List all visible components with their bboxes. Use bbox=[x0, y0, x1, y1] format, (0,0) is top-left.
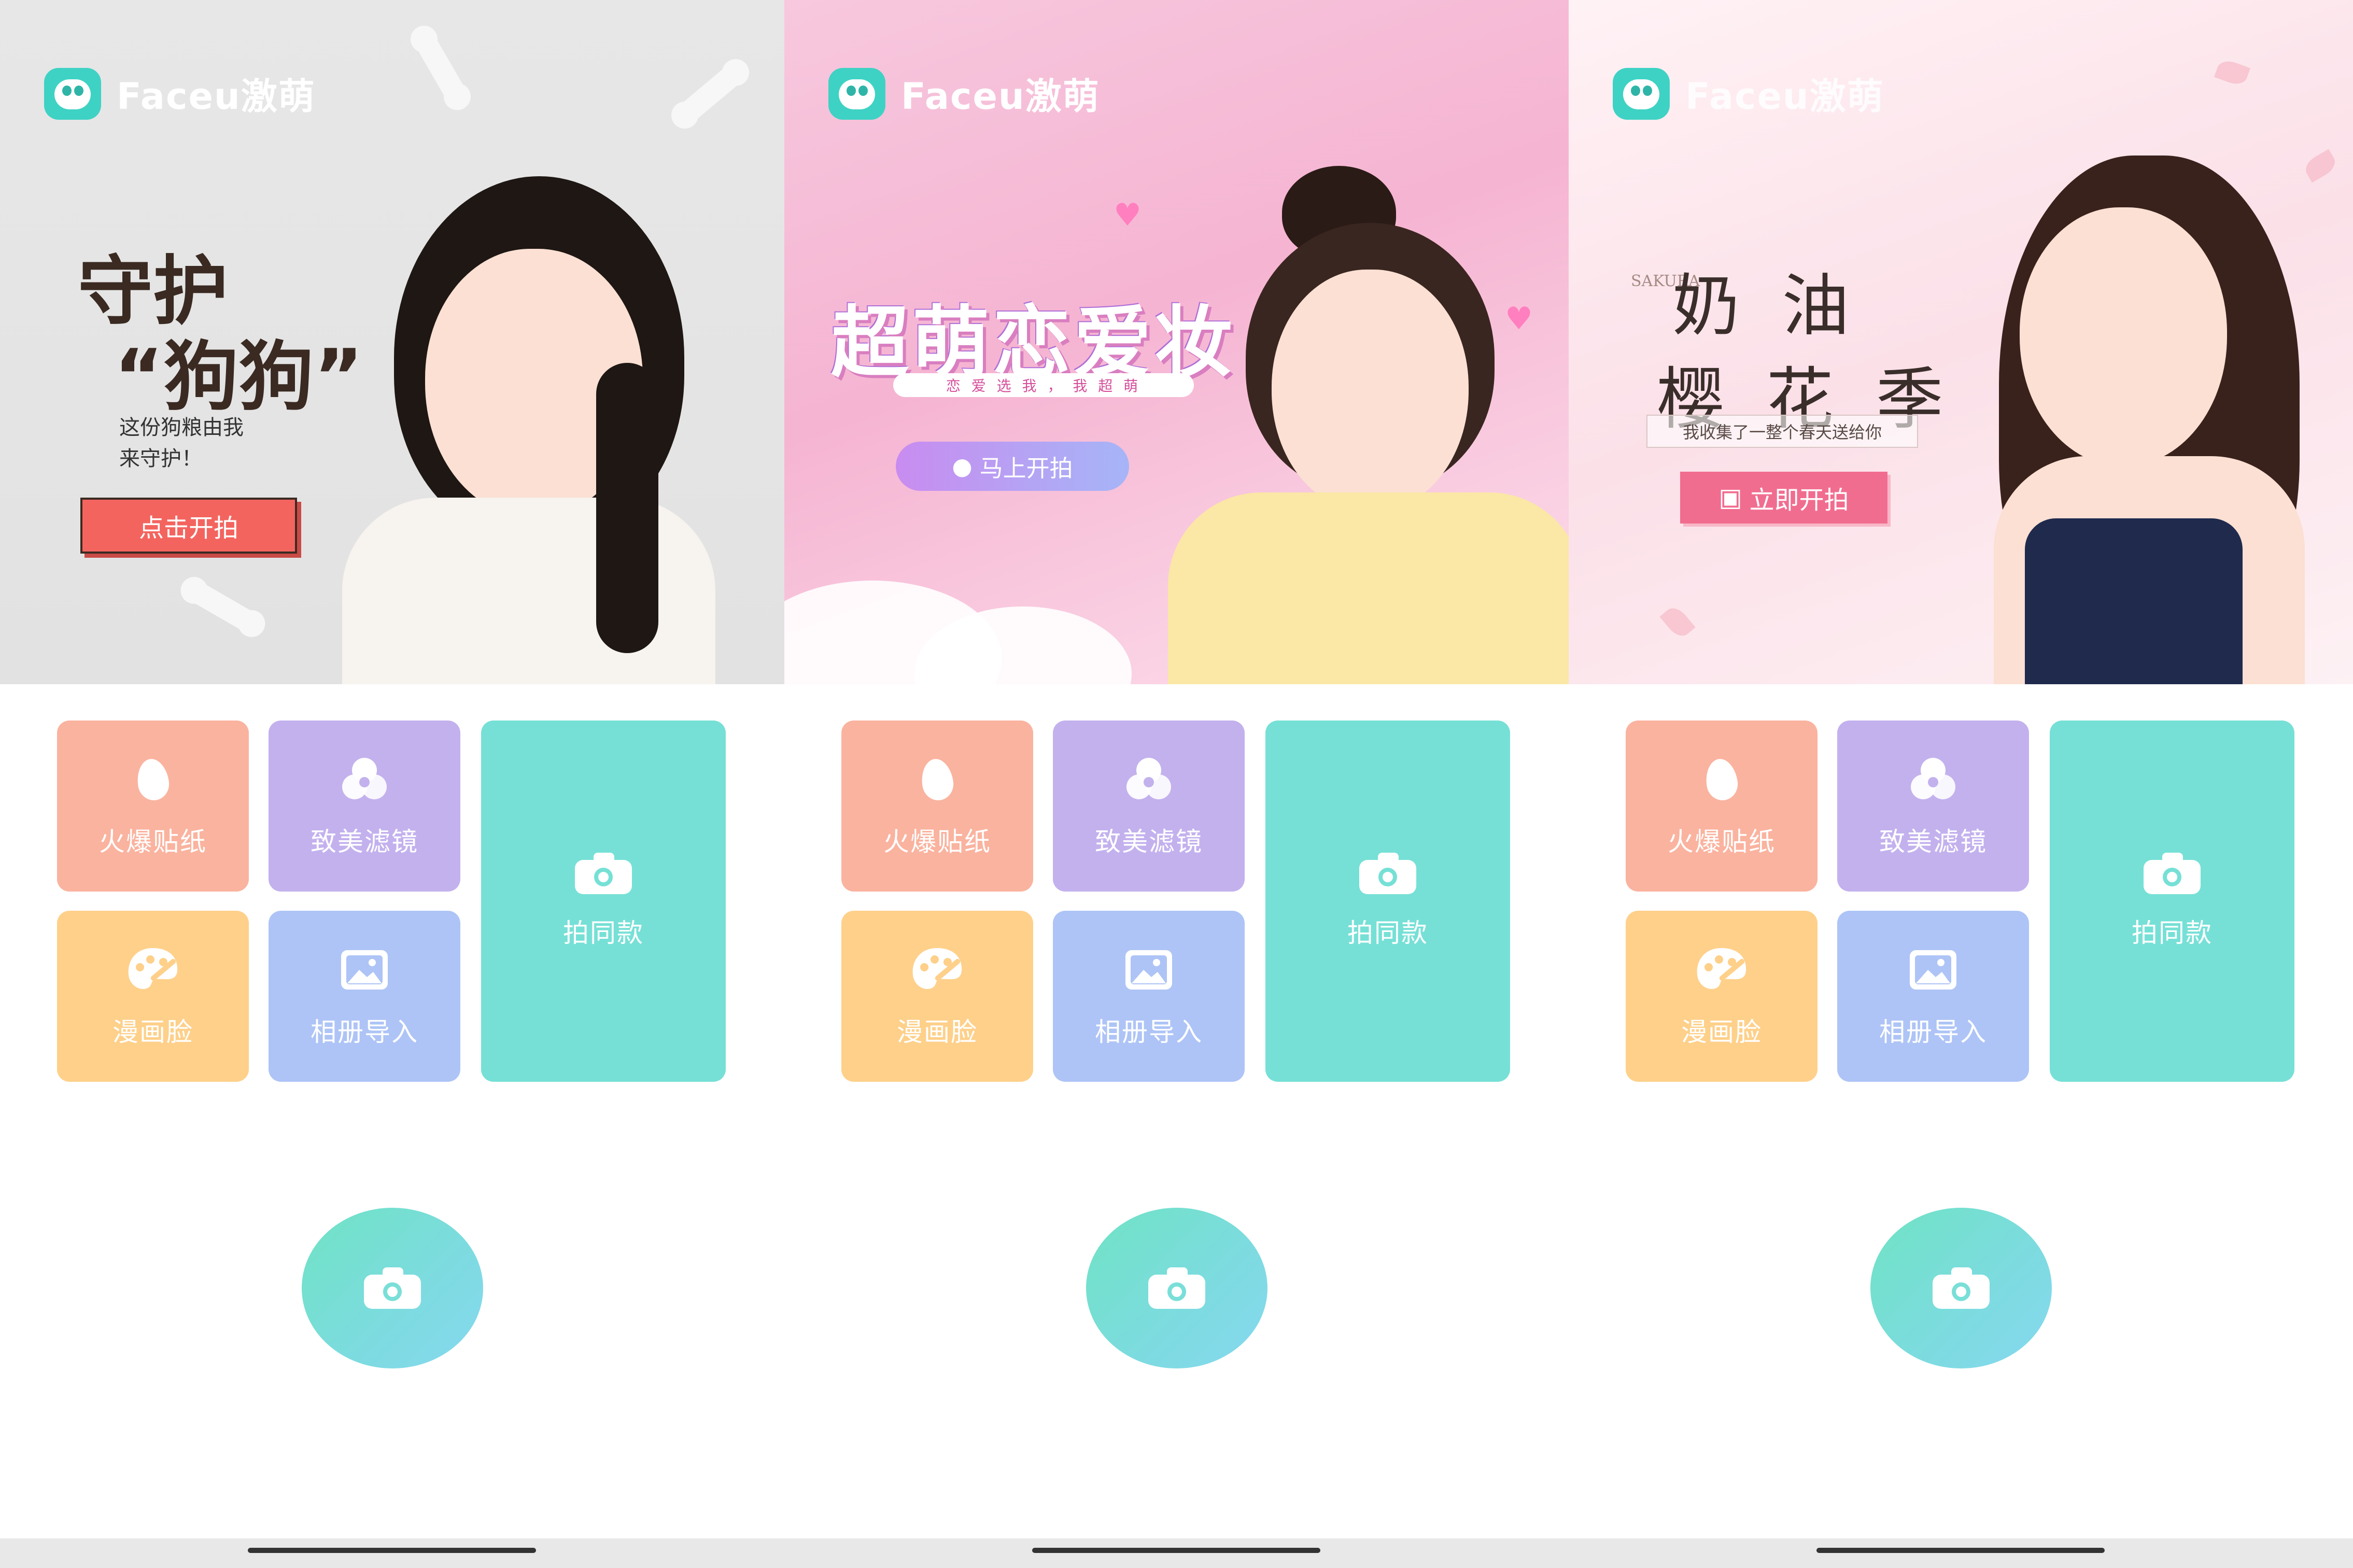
shoot-same-button[interactable]: 拍同款 bbox=[481, 721, 726, 1082]
beauty-filters-button[interactable]: 致美滤镜 bbox=[269, 721, 460, 892]
petal-decoration bbox=[2214, 57, 2251, 88]
screen-1: Faceu激萌 守护 “狗狗” 这份狗粮由我 来守护！ 点击开拍 火爆贴纸 致美… bbox=[0, 0, 784, 1568]
banner-guard-dog[interactable]: Faceu激萌 守护 “狗狗” 这份狗粮由我 来守护！ 点击开拍 bbox=[0, 0, 784, 684]
home-indicator[interactable] bbox=[1816, 1548, 2105, 1553]
hot-stickers-button[interactable]: 火爆贴纸 bbox=[57, 721, 249, 892]
flame-icon bbox=[1701, 754, 1742, 806]
banner-sakura[interactable]: Faceu激萌 SAKURA 奶 油 樱 花 季 我收集了一整个春天送给你 ▣ … bbox=[1569, 0, 2353, 684]
start-shoot-button[interactable]: ● 马上开拍 bbox=[896, 442, 1129, 491]
shoot-same-label: 拍同款 bbox=[2132, 918, 2213, 948]
comic-face-button[interactable]: 漫画脸 bbox=[1626, 911, 1817, 1082]
camera-icon bbox=[575, 853, 632, 894]
banner-subtitle: 这份狗粮由我 来守护！ bbox=[119, 416, 244, 471]
palette-icon bbox=[1697, 948, 1746, 990]
banner-side-text: SAKURA bbox=[1631, 272, 1700, 290]
bone-decoration bbox=[413, 31, 469, 105]
filter-circles-icon bbox=[1126, 758, 1171, 799]
comic-face-label: 漫画脸 bbox=[1681, 1017, 1762, 1047]
app-logo: Faceu激萌 bbox=[44, 67, 316, 120]
album-import-button[interactable]: 相册导入 bbox=[269, 911, 460, 1082]
album-import-label: 相册导入 bbox=[1879, 1017, 1987, 1047]
banner-subtitle: 我收集了一整个春天送给你 bbox=[1646, 415, 1918, 448]
home-indicator[interactable] bbox=[248, 1548, 536, 1553]
beauty-filters-label: 致美滤镜 bbox=[1095, 827, 1203, 857]
app-logo: Faceu激萌 bbox=[1613, 67, 1884, 120]
banner-tagline: 恋 爱 选 我 ， 我 超 萌 bbox=[893, 373, 1194, 397]
flame-icon bbox=[132, 754, 174, 806]
flame-icon bbox=[917, 754, 958, 806]
screen-2: ♥ ♥ Faceu激萌 超萌恋爱妆 恋 爱 选 我 ， 我 超 萌 ● 马上开拍… bbox=[784, 0, 1569, 1568]
logo-text: Faceu激萌 bbox=[117, 75, 316, 118]
filter-circles-icon bbox=[342, 758, 387, 799]
logo-icon bbox=[44, 67, 101, 120]
bone-decoration bbox=[186, 579, 260, 635]
camera-icon bbox=[2144, 853, 2201, 894]
album-import-label: 相册导入 bbox=[311, 1017, 418, 1047]
hot-stickers-label: 火爆贴纸 bbox=[1668, 827, 1776, 857]
album-import-label: 相册导入 bbox=[1095, 1017, 1203, 1047]
home-indicator[interactable] bbox=[1032, 1548, 1320, 1553]
start-shoot-button[interactable]: 点击开拍 bbox=[80, 498, 297, 554]
system-nav-bar bbox=[1569, 1538, 2353, 1568]
logo-text: Faceu激萌 bbox=[1685, 75, 1884, 118]
comic-face-label: 漫画脸 bbox=[897, 1017, 978, 1047]
hot-stickers-button[interactable]: 火爆贴纸 bbox=[1626, 721, 1817, 892]
album-import-button[interactable]: 相册导入 bbox=[1837, 911, 2029, 1082]
image-icon bbox=[1910, 950, 1956, 990]
camera-icon: ▣ bbox=[1718, 483, 1742, 512]
shoot-same-label: 拍同款 bbox=[563, 918, 644, 948]
heart-icon: ♥ bbox=[1505, 301, 1533, 337]
camera-icon bbox=[1933, 1267, 1990, 1309]
hot-stickers-button[interactable]: 火爆贴纸 bbox=[841, 721, 1033, 892]
logo-icon bbox=[828, 67, 885, 120]
shoot-same-button[interactable]: 拍同款 bbox=[2050, 721, 2294, 1082]
start-shoot-button[interactable]: ▣ 立即开拍 bbox=[1680, 472, 1887, 524]
beauty-filters-label: 致美滤镜 bbox=[1879, 827, 1987, 857]
logo-icon bbox=[1613, 67, 1670, 120]
camera-icon bbox=[364, 1267, 421, 1309]
shutter-button[interactable] bbox=[1870, 1208, 2052, 1368]
bone-decoration bbox=[675, 62, 745, 126]
beauty-filters-button[interactable]: 致美滤镜 bbox=[1053, 721, 1245, 892]
hot-stickers-label: 火爆贴纸 bbox=[99, 827, 207, 857]
petal-decoration bbox=[1659, 603, 1696, 641]
shutter-button[interactable] bbox=[1086, 1208, 1267, 1368]
comic-face-button[interactable]: 漫画脸 bbox=[57, 911, 249, 1082]
shoot-same-button[interactable]: 拍同款 bbox=[1265, 721, 1510, 1082]
banner-cute-makeup[interactable]: ♥ ♥ Faceu激萌 超萌恋爱妆 恋 爱 选 我 ， 我 超 萌 ● 马上开拍 bbox=[784, 0, 1569, 684]
comic-face-label: 漫画脸 bbox=[112, 1017, 193, 1047]
system-nav-bar bbox=[0, 1538, 784, 1568]
system-nav-bar bbox=[784, 1538, 1569, 1568]
logo-text: Faceu激萌 bbox=[901, 75, 1100, 118]
shoot-same-label: 拍同款 bbox=[1347, 918, 1428, 948]
camera-icon bbox=[1359, 853, 1416, 894]
palette-icon bbox=[128, 948, 178, 990]
palette-icon bbox=[912, 948, 962, 990]
image-icon bbox=[1125, 950, 1172, 990]
image-icon bbox=[341, 950, 388, 990]
hot-stickers-label: 火爆贴纸 bbox=[883, 827, 991, 857]
start-shoot-label: 立即开拍 bbox=[1749, 486, 1849, 515]
filter-circles-icon bbox=[1911, 758, 1955, 799]
start-shoot-label: 马上开拍 bbox=[979, 455, 1073, 482]
comic-face-button[interactable]: 漫画脸 bbox=[841, 911, 1033, 1082]
screen-3: Faceu激萌 SAKURA 奶 油 樱 花 季 我收集了一整个春天送给你 ▣ … bbox=[1569, 0, 2353, 1568]
album-import-button[interactable]: 相册导入 bbox=[1053, 911, 1245, 1082]
camera-icon bbox=[1148, 1267, 1205, 1309]
banner-title: 守护 “狗狗” bbox=[78, 248, 363, 421]
shutter-button[interactable] bbox=[302, 1208, 483, 1368]
beauty-filters-label: 致美滤镜 bbox=[311, 827, 418, 857]
app-logo: Faceu激萌 bbox=[828, 67, 1100, 120]
petal-decoration bbox=[2302, 149, 2339, 183]
beauty-filters-button[interactable]: 致美滤镜 bbox=[1837, 721, 2029, 892]
heart-icon: ♥ bbox=[1114, 197, 1142, 233]
camera-heart-icon: ● bbox=[952, 453, 973, 480]
